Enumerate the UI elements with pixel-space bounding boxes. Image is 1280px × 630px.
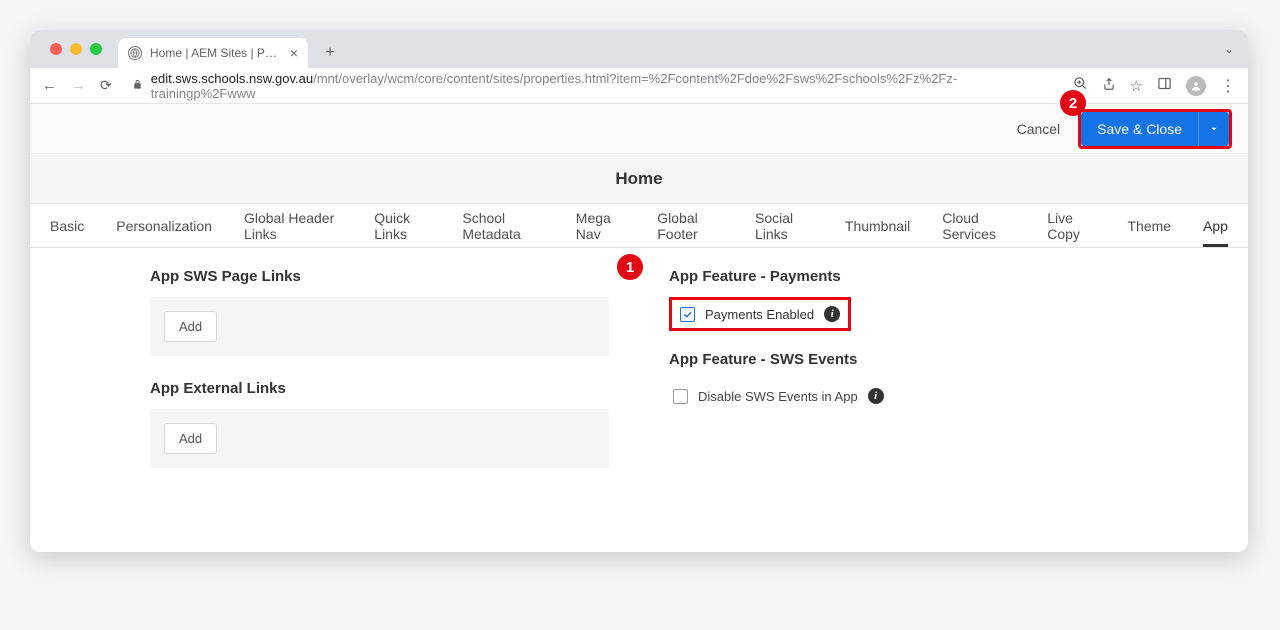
save-close-highlight: Save & Close xyxy=(1078,109,1232,149)
window-controls xyxy=(40,30,112,68)
tab-thumbnail[interactable]: Thumbnail xyxy=(845,206,910,246)
kebab-menu-icon[interactable]: ⋮ xyxy=(1220,76,1236,96)
browser-tab-active[interactable]: Home | AEM Sites | Page Prope × xyxy=(118,38,308,68)
close-tab-icon[interactable]: × xyxy=(290,45,298,61)
toolbar-actions: ☆ ⋮ xyxy=(1073,76,1236,96)
browser-window: Home | AEM Sites | Page Prope × + ⌄ ← → … xyxy=(30,30,1248,552)
section-title-external-links: App External Links xyxy=(150,380,609,397)
add-page-link-button[interactable]: Add xyxy=(164,311,217,342)
disable-events-label: Disable SWS Events in App xyxy=(698,389,858,404)
content-area: App SWS Page Links Add App External Link… xyxy=(30,248,1248,552)
save-close-button[interactable]: Save & Close xyxy=(1081,112,1199,146)
cancel-button[interactable]: Cancel xyxy=(1017,121,1061,137)
tab-app[interactable]: App xyxy=(1203,206,1228,246)
tab-social-links[interactable]: Social Links xyxy=(755,198,813,254)
tab-school-metadata[interactable]: School Metadata xyxy=(462,198,543,254)
section-title-page-links: App SWS Page Links xyxy=(150,268,609,285)
tabs-overflow-icon[interactable]: ⌄ xyxy=(1224,42,1234,56)
profile-avatar[interactable] xyxy=(1186,76,1206,96)
section-title-payments: App Feature - Payments xyxy=(669,268,1128,285)
tab-cloud-services[interactable]: Cloud Services xyxy=(942,198,1015,254)
reload-button[interactable]: ⟳ xyxy=(100,77,112,94)
new-tab-button[interactable]: + xyxy=(318,41,342,65)
right-column: 1 App Feature - Payments Payments Enable… xyxy=(669,268,1128,412)
annotation-badge-2: 2 xyxy=(1060,90,1086,116)
info-icon[interactable]: i xyxy=(824,306,840,322)
annotation-badge-1: 1 xyxy=(617,254,643,280)
payments-highlight: Payments Enabled i xyxy=(669,297,851,331)
globe-icon xyxy=(128,46,142,60)
chevron-down-icon xyxy=(1209,124,1219,134)
section-title-events: App Feature - SWS Events xyxy=(669,351,1128,368)
lock-icon xyxy=(132,79,143,93)
add-external-link-button[interactable]: Add xyxy=(164,423,217,454)
close-window-icon[interactable] xyxy=(50,43,62,55)
browser-tabbar: Home | AEM Sites | Page Prope × + ⌄ xyxy=(30,30,1248,68)
tab-global-header-links[interactable]: Global Header Links xyxy=(244,198,342,254)
page-actionbar: 2 Cancel Save & Close xyxy=(30,104,1248,154)
tab-theme[interactable]: Theme xyxy=(1127,206,1171,246)
tab-personalization[interactable]: Personalization xyxy=(116,206,212,246)
share-icon[interactable] xyxy=(1102,77,1116,95)
disable-events-checkbox[interactable] xyxy=(673,389,688,404)
section-box-external-links: Add xyxy=(150,409,609,468)
tab-title: Home | AEM Sites | Page Prope xyxy=(150,46,282,60)
info-icon[interactable]: i xyxy=(868,388,884,404)
tab-quick-links[interactable]: Quick Links xyxy=(374,198,430,254)
check-icon xyxy=(682,309,693,320)
property-tabs: Basic Personalization Global Header Link… xyxy=(30,204,1248,248)
section-events: App Feature - SWS Events Disable SWS Eve… xyxy=(669,351,1128,412)
maximize-window-icon[interactable] xyxy=(90,43,102,55)
save-close-dropdown[interactable] xyxy=(1199,112,1229,146)
address-bar[interactable]: edit.sws.schools.nsw.gov.au/mnt/overlay/… xyxy=(126,71,1059,101)
left-column: App SWS Page Links Add App External Link… xyxy=(150,268,609,492)
bookmark-icon[interactable]: ☆ xyxy=(1130,77,1143,95)
payments-enabled-label: Payments Enabled xyxy=(705,307,814,322)
minimize-window-icon[interactable] xyxy=(70,43,82,55)
page-title: Home xyxy=(30,154,1248,204)
events-row: Disable SWS Events in App i xyxy=(669,380,1128,412)
panel-icon[interactable] xyxy=(1157,76,1172,95)
forward-button[interactable]: → xyxy=(71,77,86,94)
tab-global-footer[interactable]: Global Footer xyxy=(657,198,723,254)
tab-basic[interactable]: Basic xyxy=(50,206,84,246)
back-button[interactable]: ← xyxy=(42,77,57,94)
url-domain: edit.sws.schools.nsw.gov.au xyxy=(151,71,313,86)
tab-live-copy[interactable]: Live Copy xyxy=(1047,198,1095,254)
tab-mega-nav[interactable]: Mega Nav xyxy=(576,198,625,254)
section-box-page-links: Add xyxy=(150,297,609,356)
payments-enabled-checkbox[interactable] xyxy=(680,307,695,322)
section-payments: App Feature - Payments Payments Enabled … xyxy=(669,268,1128,331)
